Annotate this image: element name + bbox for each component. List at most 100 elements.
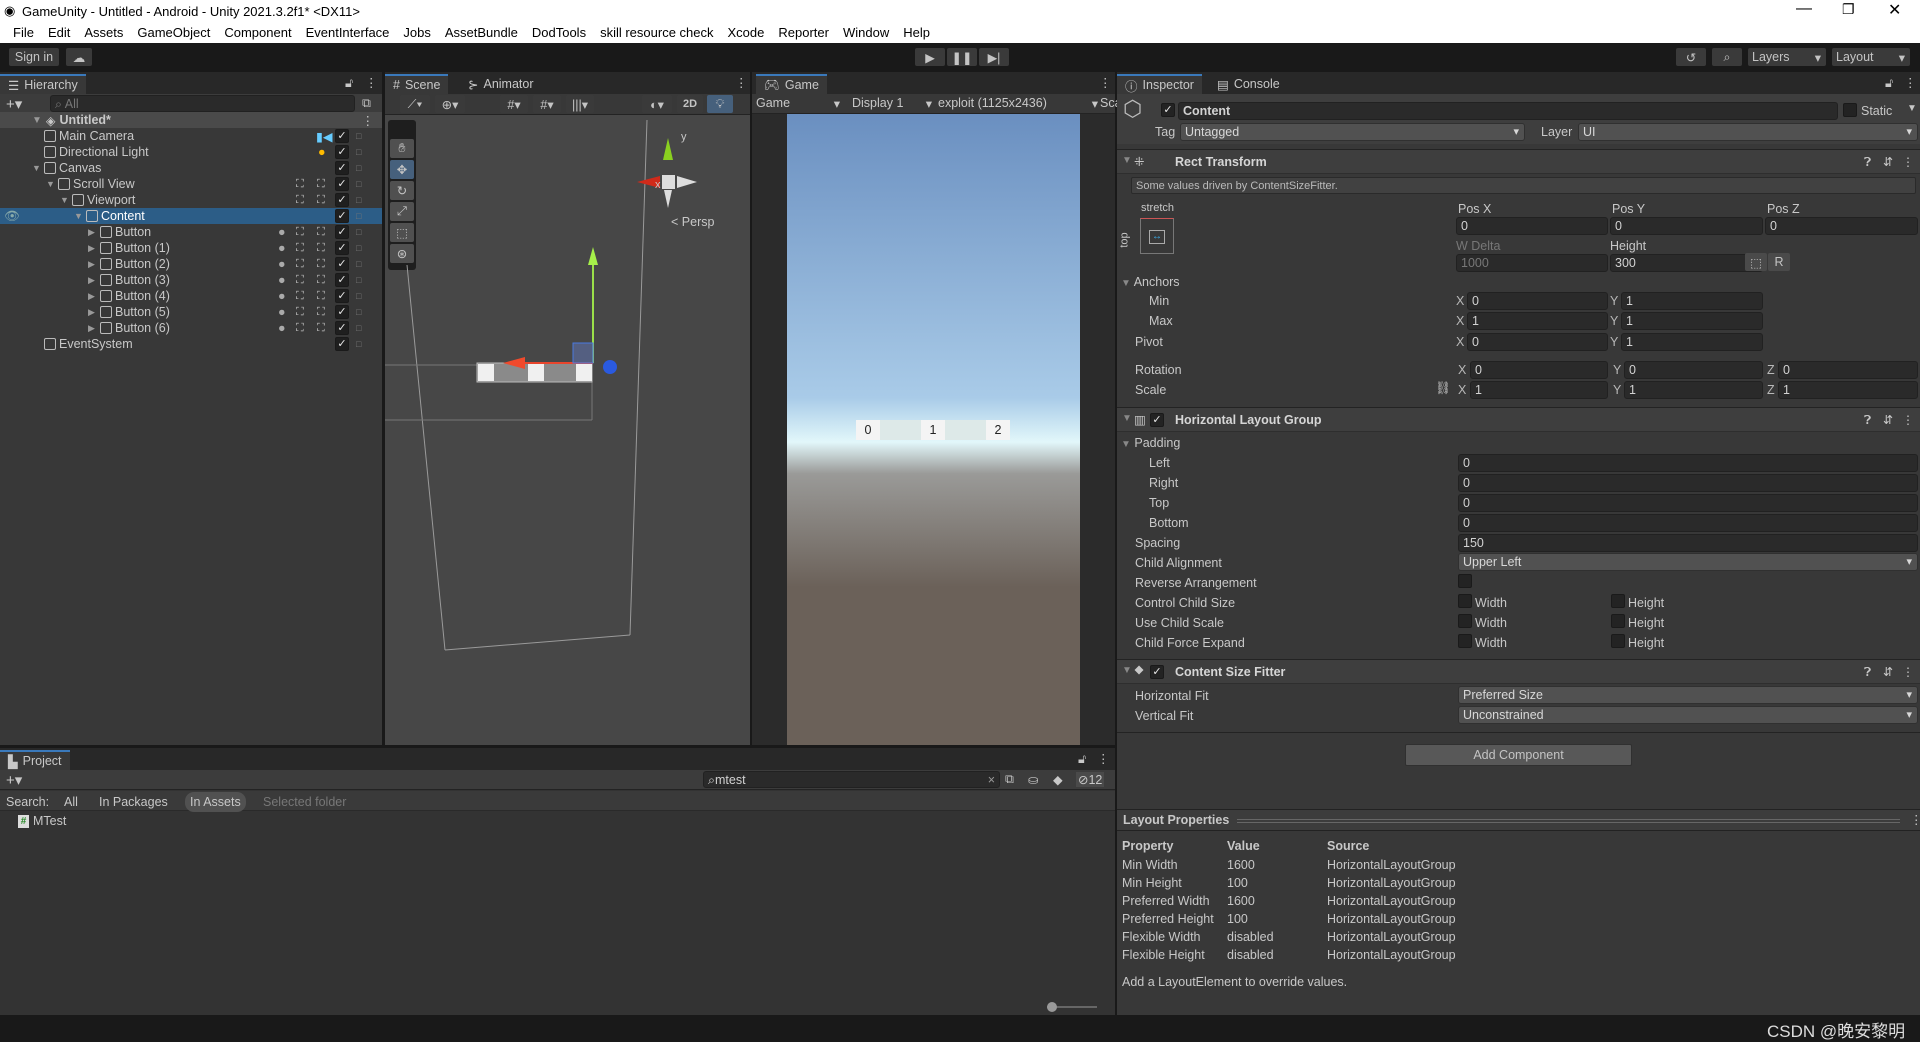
active-toggle-checkbox[interactable]: ✓ [335,321,349,335]
pos-x-input[interactable]: 0 [1456,217,1608,235]
toggle-2d-button[interactable]: 2D [677,95,703,113]
game-button-2[interactable]: 2 [986,420,1010,440]
active-toggle-checkbox[interactable]: ✓ [335,241,349,255]
expand-open-icon[interactable]: ▼ [46,179,55,189]
hierarchy-search-input[interactable]: ⌕ All [50,95,355,112]
expand-closed-icon[interactable]: ▶ [88,259,95,270]
more-menu-icon[interactable]: ⋮ [1097,751,1110,766]
menu-component[interactable]: Component [217,25,298,40]
expand-closed-icon[interactable]: ▶ [88,243,95,254]
rotation-y-input[interactable]: 0 [1624,361,1763,379]
rotation-x-input[interactable]: 0 [1470,361,1608,379]
layout-properties-header[interactable]: Layout Properties ⋮ [1117,809,1920,831]
open-search-icon[interactable]: ⧉ [362,96,371,111]
expand-closed-icon[interactable]: ▶ [88,307,95,318]
anchors-foldout[interactable]: ▼ Anchors [1121,275,1180,289]
layers-dropdown[interactable]: Layers ▾ [1748,48,1826,66]
help-icon[interactable]: ❓︎ [1864,665,1871,680]
pick-toggle-icon[interactable]: □ [356,275,361,285]
object-name-input[interactable]: Content [1178,102,1838,120]
anchor-max-y-input[interactable]: 1 [1621,312,1763,330]
control-width-checkbox[interactable] [1458,594,1472,608]
project-item[interactable]: # MTest [0,813,1115,829]
lock-icon[interactable]: 🔓︎ [1078,752,1086,767]
layout-dropdown[interactable]: Layout ▾ [1832,48,1910,66]
pick-toggle-icon[interactable]: □ [356,259,361,269]
scale-x-input[interactable]: 1 [1470,381,1608,399]
shading-dropdown[interactable]: ◐▾ [642,95,672,113]
tab-game[interactable]: 🎮︎ Game [756,74,827,94]
scale-width-checkbox[interactable] [1458,614,1472,628]
csf-enabled-checkbox[interactable]: ✓ [1150,665,1164,679]
active-toggle-checkbox[interactable]: ✓ [335,209,349,223]
vertical-fit-dropdown[interactable]: Unconstrained [1458,706,1918,724]
tab-scene[interactable]: # Scene [385,74,449,94]
tab-hierarchy[interactable]: ☰ Hierarchy [0,74,86,94]
grid-snap-dropdown[interactable]: #▾ [500,95,528,113]
menu-reporter[interactable]: Reporter [771,25,836,40]
hierarchy-item[interactable]: ▶ Button (5) ⛶ ⛶ ● ✓ □ [0,304,382,320]
hierarchy-item[interactable]: ▶ Button (6) ⛶ ⛶ ● ✓ □ [0,320,382,336]
constrain-proportions-icon[interactable]: ⛓︎ [1435,381,1451,396]
expand-width-checkbox[interactable] [1458,634,1472,648]
search-by-type-icon[interactable]: ⧉ [1005,772,1014,787]
padding-top-input[interactable]: 0 [1458,494,1918,512]
content-size-fitter-header[interactable]: ▼ ⯁ ✓ Content Size Fitter ❓︎ ⇵ ⋮ [1117,659,1920,684]
horizontal-fit-dropdown[interactable]: Preferred Size [1458,686,1918,704]
expand-open-icon[interactable]: ▼ [74,211,83,221]
presets-icon[interactable]: ⇵ [1883,155,1893,169]
layer-dropdown[interactable]: UI [1578,123,1918,141]
more-menu-icon[interactable]: ⋮ [1099,75,1112,90]
menu-xcode[interactable]: Xcode [721,25,772,40]
pos-y-input[interactable]: 0 [1610,217,1763,235]
play-button[interactable]: ▶ [915,48,945,66]
sign-in-button[interactable]: Sign in [9,48,59,66]
padding-right-input[interactable]: 0 [1458,474,1918,492]
game-mode-dropdown[interactable]: Game ▾ [756,96,844,111]
tab-project[interactable]: ▙ Project [0,750,70,770]
draw-mode-dropdown[interactable]: ⟋▾ [400,95,430,113]
presets-icon[interactable]: ⇵ [1883,413,1893,427]
menu-gameobject[interactable]: GameObject [130,25,217,40]
game-button-1[interactable]: 1 [921,420,945,440]
active-toggle-checkbox[interactable]: ✓ [335,273,349,287]
display-dropdown[interactable]: Display 1 ▾ [852,96,934,111]
scale-height-checkbox[interactable] [1611,614,1625,628]
globe-dropdown[interactable]: ⊕▾ [435,95,465,113]
menu-assets[interactable]: Assets [77,25,130,40]
active-toggle-checkbox[interactable]: ✓ [335,129,349,143]
child-alignment-dropdown[interactable]: Upper Left [1458,553,1918,571]
project-search-input[interactable]: ⌕mtest × [703,771,1000,788]
padding-foldout[interactable]: ▼ Padding [1121,436,1180,450]
close-button[interactable]: ✕ [1888,0,1901,20]
active-toggle-checkbox[interactable]: ✓ [335,177,349,191]
visibility-icon[interactable]: 👁︎ [4,209,20,224]
step-button[interactable]: ▶| [979,48,1009,66]
height-input[interactable]: 300 [1610,254,1763,272]
padding-bottom-input[interactable]: 0 [1458,514,1918,532]
expand-closed-icon[interactable]: ▶ [88,291,95,302]
tab-console[interactable]: ▤ Console [1209,74,1288,94]
scope-in-packages[interactable]: In Packages [99,795,168,809]
pick-toggle-icon[interactable]: □ [356,147,361,157]
menu-window[interactable]: Window [836,25,896,40]
help-icon[interactable]: ❓︎ [1864,413,1871,428]
hierarchy-item[interactable]: 👁︎ ▼ Content ✓ □ [0,208,382,224]
menu-file[interactable]: File [6,25,41,40]
component-menu-icon[interactable]: ⋮ [1902,155,1914,169]
icon-size-slider[interactable] [1047,1002,1097,1012]
component-menu-icon[interactable]: ⋮ [1902,413,1914,427]
pick-toggle-icon[interactable]: □ [356,323,361,333]
horizontal-layout-group-header[interactable]: ▼ ▥ ✓ Horizontal Layout Group ❓︎ ⇵ ⋮ [1117,407,1920,432]
pause-button[interactable]: ❚❚ [947,48,977,66]
scene-menu-icon[interactable]: ⋮ [362,113,375,128]
hierarchy-item[interactable]: ▼ Scroll View ⛶ ⛶ ✓ □ [0,176,382,192]
pick-toggle-icon[interactable]: □ [356,131,361,141]
increment-snap-dropdown[interactable]: |||▾ [566,95,594,113]
expand-open-icon[interactable]: ▼ [32,163,41,173]
hierarchy-item[interactable]: EventSystem ✓ □ [0,336,382,352]
help-icon[interactable]: ❓︎ [1864,155,1871,170]
presets-icon[interactable]: ⇵ [1883,665,1893,679]
hierarchy-item[interactable]: ▼ Viewport ⛶ ⛶ ✓ □ [0,192,382,208]
pivot-y-input[interactable]: 1 [1621,333,1763,351]
